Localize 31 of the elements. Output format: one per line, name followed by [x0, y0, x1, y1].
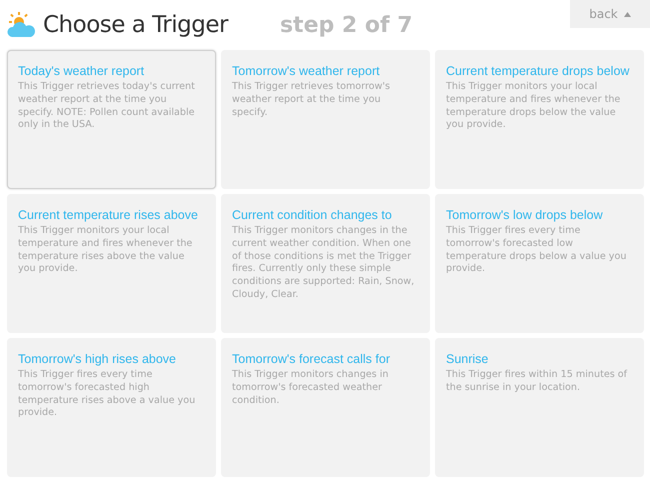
- weather-icon: [7, 12, 37, 38]
- caret-icon: [624, 12, 631, 16]
- trigger-card[interactable]: Tomorrow's low drops below This Trigger fires every time tomorrow's forecasted low temperature drops below a value you provide.: [435, 194, 644, 333]
- trigger-title: Current temperature drops below: [446, 63, 630, 80]
- page-title: Choose a Trigger: [43, 12, 228, 38]
- trigger-card[interactable]: Tomorrow's forecast calls for This Trigger monitors changes in tomorrow's forecasted weather condition.: [221, 338, 430, 477]
- trigger-title: Tomorrow's high rises above: [18, 351, 178, 368]
- trigger-card[interactable]: Current temperature rises above This Trigger monitors your local temperature and fires whenever the temperature rises above the value you provide.: [7, 194, 216, 333]
- trigger-title: Sunrise: [446, 351, 490, 368]
- trigger-card[interactable]: Tomorrow's high rises above This Trigger fires every time tomorrow's forecasted high temperature rises above a value you provide.: [7, 338, 216, 477]
- step-indicator: step 2 of 7: [280, 12, 413, 38]
- trigger-title: Current condition changes to: [232, 207, 393, 224]
- trigger-title: Today's weather report: [18, 63, 146, 80]
- trigger-description: This Trigger fires every time tomorrow's forecasted high temperature rises above a value you provide.: [18, 369, 196, 420]
- trigger-description: This Trigger monitors changes in the current weather condition. When one of those conditions is met the Trigger fires. Currently only these simple conditions are supported: Rain, Snow, Cloudy, Clear.: [232, 225, 416, 302]
- back-button[interactable]: back: [570, 0, 650, 28]
- trigger-title: Tomorrow's low drops below: [446, 207, 604, 224]
- trigger-description: This Trigger retrieves tomorrow's weather report at the time you specify.: [232, 81, 392, 120]
- trigger-title: Tomorrow's forecast calls for: [232, 351, 391, 368]
- trigger-description: This Trigger retrieves today's current weather report at the time you specify. NOTE: Pollen count available only in the USA.: [18, 81, 196, 132]
- trigger-description: This Trigger fires within 15 minutes of the sunrise in your location.: [446, 369, 628, 395]
- trigger-title: Tomorrow's weather report: [232, 63, 381, 80]
- trigger-card[interactable]: Current temperature drops below This Trigger monitors your local temperature and fires whenever the temperature drops below the value you provide.: [435, 50, 644, 189]
- trigger-description: This Trigger monitors your local temperature and fires whenever the temperature rises above the value you provide.: [18, 225, 194, 276]
- trigger-title: Current temperature rises above: [18, 207, 199, 224]
- trigger-description: This Trigger monitors your local temperature and fires whenever the temperature drops below the value you provide.: [446, 81, 622, 132]
- trigger-description: This Trigger monitors changes in tomorrow's forecasted weather condition.: [232, 369, 390, 408]
- trigger-card[interactable]: Today's weather report This Trigger retrieves today's current weather report at the time you specify. NOTE: Pollen count available only in the USA.: [7, 50, 216, 189]
- trigger-card[interactable]: Sunrise This Trigger fires within 15 minutes of the sunrise in your location.: [435, 338, 644, 477]
- trigger-card[interactable]: Tomorrow's weather report This Trigger retrieves tomorrow's weather report at the time you specify.: [221, 50, 430, 189]
- trigger-description: This Trigger fires every time tomorrow's forecasted low temperature drops below a value you provide.: [446, 225, 628, 276]
